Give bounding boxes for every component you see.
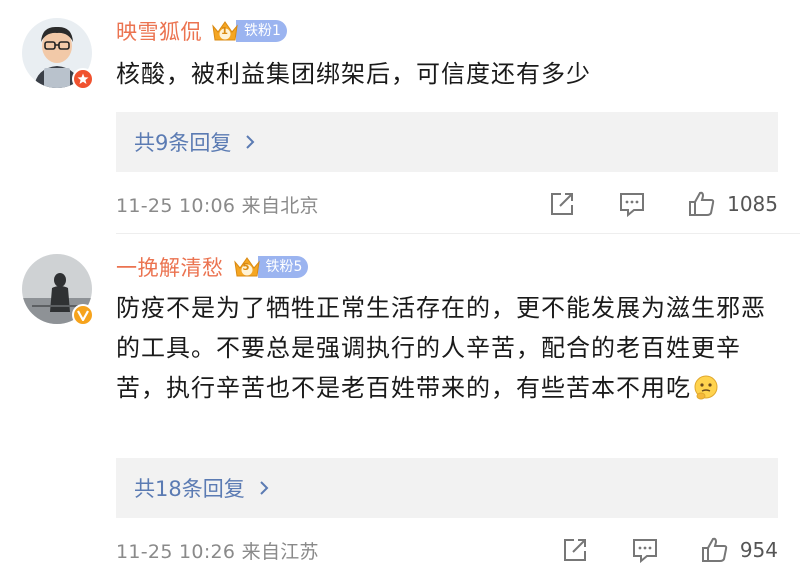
comment-footer: 11-25 10:06 来自北京 1085 [116,186,778,222]
thinking-emoji-icon [694,375,718,400]
fan-badge[interactable]: 5 铁粉5 [232,255,309,279]
username[interactable]: 映雪狐侃 [116,16,202,46]
crown-icon: 1 [210,18,240,44]
avatar[interactable] [22,254,94,326]
chevron-right-icon [246,135,255,149]
comment-text: 防疫不是为了牺牲正常生活存在的，更不能发展为滋生邪恶的工具。不要总是强调执行的人… [116,288,776,408]
comment-text: 核酸，被利益集团绑架后，可信度还有多少 [116,60,591,88]
view-replies-button[interactable]: 共18条回复 [116,458,778,518]
comment-header: 映雪狐侃 1 铁粉1 [116,16,287,46]
verified-badge-icon [72,304,94,326]
crown-icon: 5 [232,254,262,280]
comment-text-body: 防疫不是为了牺牲正常生活存在的，更不能发展为滋生邪恶的工具。不要总是强调执行的人… [116,294,766,402]
comment-actions: 1085 [547,186,778,222]
view-replies-button[interactable]: 共9条回复 [116,112,778,172]
avatar[interactable] [22,18,94,90]
comment-item: 一挽解清愁 5 铁粉5 防疫不是为了牺牲正常生活存在的，更不能发展为滋生邪恶的工… [0,236,800,576]
like-count: 1085 [727,192,778,216]
replies-label: 共9条回复 [134,131,232,155]
chevron-right-icon [260,481,269,495]
fan-level: 5 [242,262,250,273]
comment-icon[interactable] [630,535,660,565]
timestamp-location: 11-25 10:06 来自北京 [116,194,319,217]
fan-badge[interactable]: 1 铁粉1 [210,19,287,43]
replies-label: 共18条回复 [134,477,245,501]
username[interactable]: 一挽解清愁 [116,252,224,282]
fan-badge-label: 铁粉5 [257,256,309,278]
comment-item: 映雪狐侃 1 铁粉1 核酸，被利益集团绑架后，可信度还有多少 共9条回复 11-… [0,0,800,232]
fan-level: 1 [221,26,228,37]
verified-badge-icon [72,68,94,90]
divider [116,233,800,234]
like-icon[interactable] [700,535,730,565]
share-icon[interactable] [547,189,577,219]
comment-icon[interactable] [617,189,647,219]
like-icon[interactable] [687,189,717,219]
share-icon[interactable] [560,535,590,565]
comment-footer: 11-25 10:26 来自江苏 954 [116,532,778,568]
like-count: 954 [739,538,778,562]
fan-badge-label: 铁粉1 [236,20,287,42]
comment-header: 一挽解清愁 5 铁粉5 [116,252,309,282]
timestamp-location: 11-25 10:26 来自江苏 [116,540,319,563]
comment-actions: 954 [560,532,778,568]
